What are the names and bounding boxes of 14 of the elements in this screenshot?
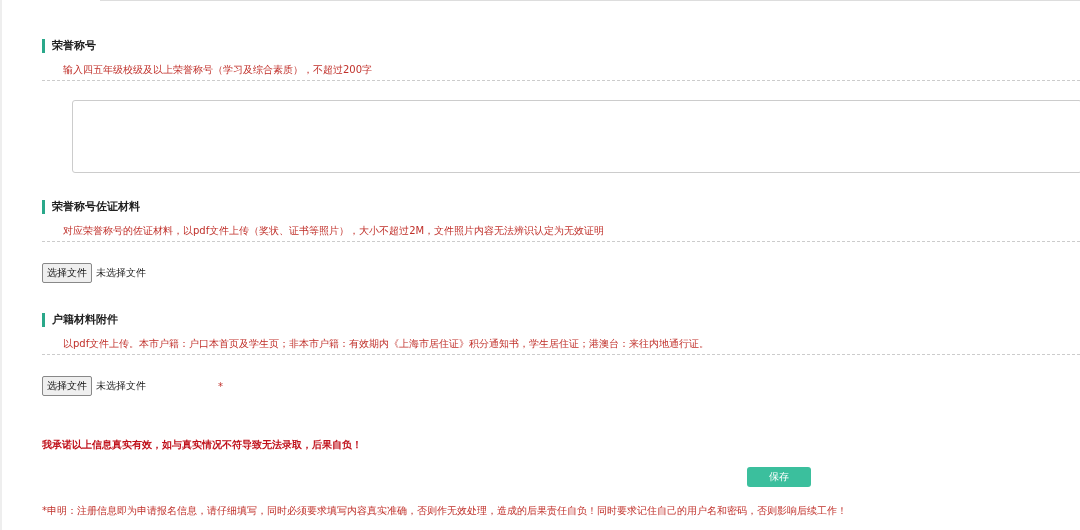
choose-file-button[interactable]: 选择文件 — [42, 263, 92, 283]
hint-text: 以pdf文件上传。本市户籍：户口本首页及学生页；非本市户籍：有效期内《上海市居住证》积分通知书，学生居住证；港澳台：来往内地通行证。 — [63, 337, 711, 350]
file-status: 未选择文件 — [96, 266, 146, 280]
text-area[interactable] — [72, 100, 1080, 173]
hint-text: 对应荣誉称号的佐证材料，以pdf文件上传（奖状、证书等照片），大小不超过2M，文件照片内容无法辨识认定为无效证明 — [63, 224, 606, 237]
hint-text: 输入四五年级校级及以上荣誉称号（学习及综合素质），不超过200字 — [63, 63, 374, 76]
section-heading: 荣誉称号 — [42, 39, 1080, 53]
section-heading: 荣誉称号佐证材料 — [42, 200, 1080, 214]
disclaimer-text: *申明：注册信息即为申请报名信息，请仔细填写，同时必须要求填写内容真实准确，否则作无效处理，造成的后果责任自负！同时要求记住自己的用户名和密码，否则影响后续工作！ — [42, 504, 848, 518]
pledge-text: 我承诺以上信息真实有效，如与真实情况不符导致无法录取，后果自负！ — [42, 438, 363, 452]
section-heading: 户籍材料附件 — [42, 313, 1080, 327]
required-mark: * — [218, 380, 223, 392]
choose-file-button[interactable]: 选择文件 — [42, 376, 92, 396]
file-status: 未选择文件 — [96, 379, 146, 393]
